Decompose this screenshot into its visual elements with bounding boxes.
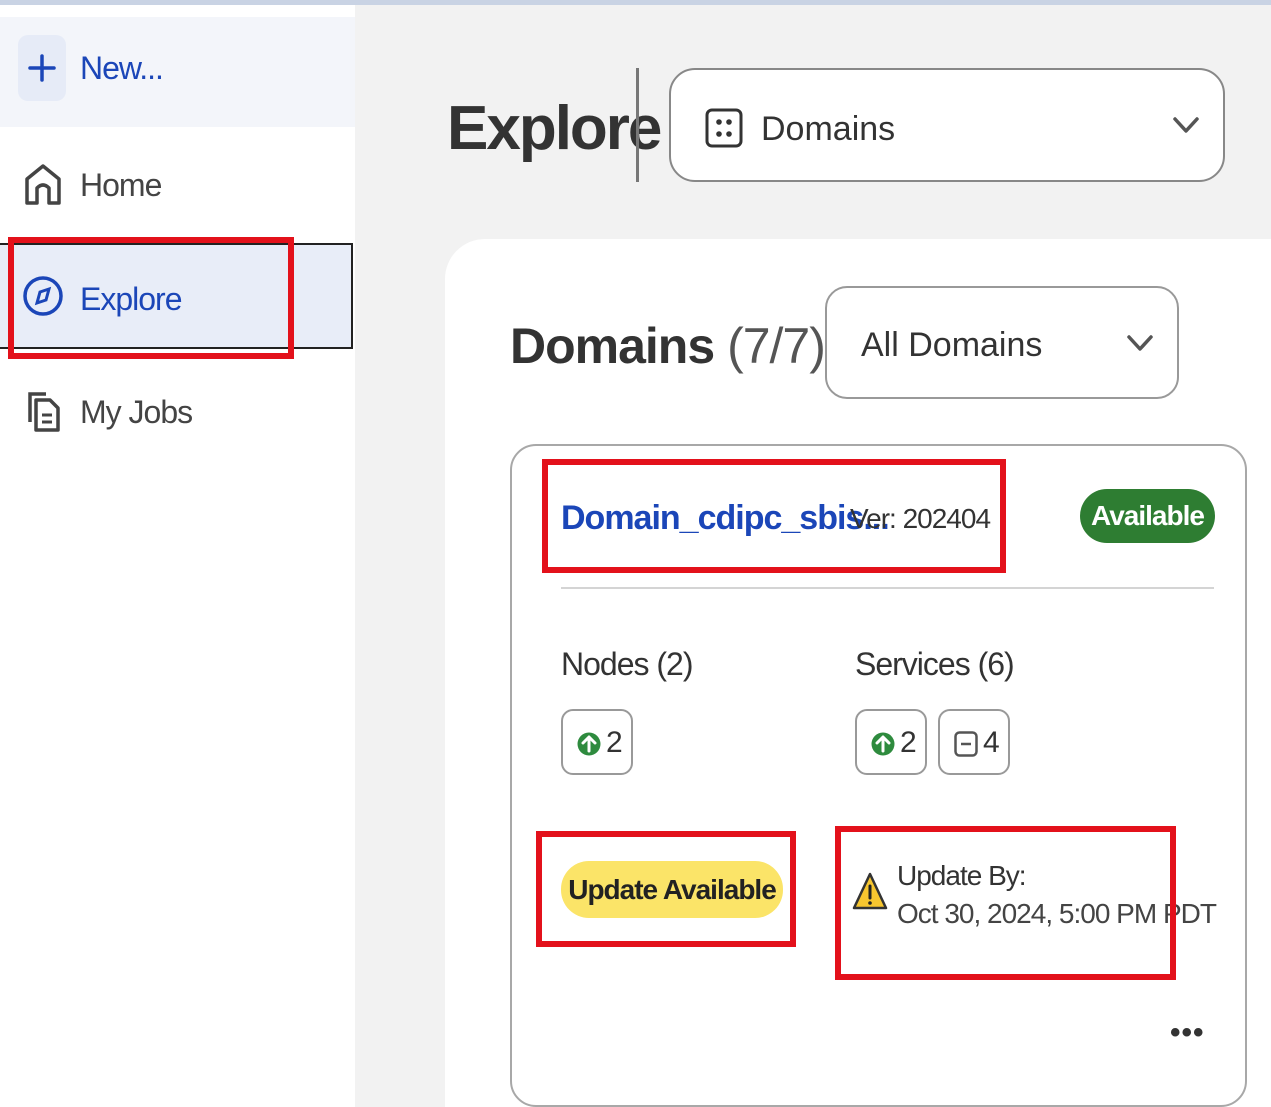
services-title: Services (6) bbox=[855, 646, 1015, 682]
more-options-button[interactable]: ••• bbox=[1170, 1016, 1205, 1050]
page-title: Explore bbox=[447, 94, 662, 163]
minus-box-icon bbox=[954, 731, 978, 757]
domain-filter-select[interactable]: All Domains bbox=[825, 286, 1179, 399]
sidebar: New... Home Explore My Jobs bbox=[0, 5, 355, 1107]
domains-grid-icon bbox=[705, 108, 743, 148]
highlight-update-by bbox=[835, 826, 1176, 980]
sidebar-item-label: Home bbox=[80, 167, 162, 203]
nodes-title: Nodes (2) bbox=[561, 646, 693, 682]
highlight-domain-name bbox=[542, 459, 1006, 573]
nodes-up-chip[interactable]: 2 bbox=[561, 709, 633, 775]
new-label[interactable]: New... bbox=[80, 50, 164, 87]
services-disabled-chip[interactable]: 4 bbox=[938, 709, 1010, 775]
new-button[interactable] bbox=[18, 35, 66, 101]
view-selector[interactable]: Domains bbox=[669, 68, 1225, 182]
up-arrow-icon bbox=[577, 732, 601, 756]
new-row: New... bbox=[0, 17, 355, 127]
chevron-down-icon bbox=[1127, 335, 1153, 351]
card-divider bbox=[561, 587, 1214, 589]
domains-heading-text: Domains bbox=[510, 318, 715, 374]
header-divider bbox=[636, 68, 639, 182]
domains-count: (7/7) bbox=[727, 318, 826, 374]
documents-icon bbox=[28, 392, 60, 432]
services-disabled-count: 4 bbox=[983, 726, 1000, 759]
home-icon bbox=[25, 164, 61, 205]
chevron-down-icon bbox=[1173, 117, 1199, 133]
highlight-update-available bbox=[536, 831, 796, 947]
view-selector-label: Domains bbox=[761, 110, 896, 148]
sidebar-item-label: My Jobs bbox=[80, 394, 193, 430]
plus-icon bbox=[28, 54, 56, 82]
services-up-count: 2 bbox=[900, 726, 917, 759]
status-badge: Available bbox=[1080, 489, 1215, 543]
sidebar-item-my-jobs[interactable]: My Jobs bbox=[0, 360, 355, 460]
services-up-chip[interactable]: 2 bbox=[855, 709, 927, 775]
domain-filter-label: All Domains bbox=[861, 326, 1043, 364]
highlight-explore bbox=[8, 237, 294, 359]
domains-heading: Domains (7/7) bbox=[510, 317, 826, 375]
nodes-up-count: 2 bbox=[606, 726, 623, 759]
up-arrow-icon bbox=[871, 732, 895, 756]
sidebar-item-home[interactable]: Home bbox=[0, 133, 355, 233]
